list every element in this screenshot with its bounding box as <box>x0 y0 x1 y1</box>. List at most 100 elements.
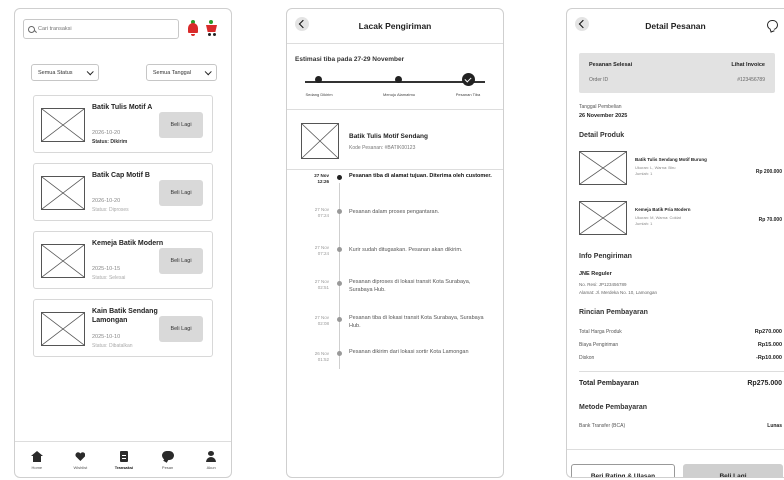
product-item-variant: Ukuran: M, Warna: Coklat <box>635 215 681 220</box>
product-item-qty: Jumlah: 1 <box>635 171 653 176</box>
purchase-date-value: 26 November 2025 <box>579 113 628 119</box>
order-card[interactable]: Kain Batik Sendang Lamongan 2025-10-10 S… <box>33 299 213 357</box>
payment-method-label: Bank Transfer (BCA) <box>579 423 626 429</box>
event-text: Kurir sudah ditugaskan. Pesanan akan dik… <box>349 247 463 253</box>
divider <box>567 449 784 450</box>
event-text: Pesanan tiba di lokasi transit Kota Sura… <box>349 315 484 329</box>
shipping-info-title: Info Pengiriman <box>579 253 632 260</box>
user-icon <box>205 451 217 462</box>
product-item-variant: Ukuran: L, Warna: Biru <box>635 165 676 170</box>
total-payment-label: Total Pembayaran <box>579 380 639 387</box>
notification-bell-icon[interactable] <box>187 20 199 36</box>
buy-again-button[interactable]: Beli Lagi <box>159 112 203 138</box>
timeline-dot <box>337 281 342 286</box>
product-image-placeholder <box>579 201 627 235</box>
header: Detail Pesanan <box>567 9 784 43</box>
buy-again-button[interactable]: Beli Lagi <box>159 316 203 342</box>
order-card[interactable]: Batik Tulis Motif A 2026-10-20 Status: D… <box>33 95 213 153</box>
payment-row-value: -Rp10.000 <box>756 355 782 361</box>
tracking-number: No. Resi: JP123456789 <box>579 282 627 287</box>
nav-label: Transaksi <box>114 465 134 470</box>
rate-review-button[interactable]: Beri Rating & Ulasan <box>571 464 675 477</box>
header: Lacak Pengiriman <box>287 9 503 43</box>
buy-again-button[interactable]: Beli Lagi <box>159 248 203 274</box>
cart-icon[interactable] <box>205 20 217 36</box>
order-product-name: Batik Cap Motif B <box>92 172 150 179</box>
status-filter-dropdown[interactable]: Semua Status <box>31 64 99 81</box>
top-icons <box>187 20 217 36</box>
filters: Semua Status Semua Tanggal <box>31 64 217 81</box>
bottom-nav: Home Wishlist Transaksi Pesan Akun <box>15 441 231 477</box>
payment-detail-title: Rincian Pembayaran <box>579 309 648 316</box>
event-text: Pesanan dikirim dari lokasi sortir Kota … <box>349 349 469 355</box>
courier-name: JNE Reguler <box>579 271 612 277</box>
product-image-placeholder <box>301 123 339 159</box>
buy-again-button[interactable]: Beli Lagi <box>683 464 783 477</box>
timeline-dot <box>337 351 342 356</box>
order-product-name: Batik Tulis Motif A <box>92 104 153 111</box>
payment-row-value: Rp15.000 <box>757 342 782 348</box>
product-item-qty: Jumlah: 1 <box>635 221 653 226</box>
back-button[interactable] <box>575 17 589 31</box>
chevron-down-icon <box>204 68 212 76</box>
order-product-name: Kain Batik Sendang Lamongan <box>92 308 158 324</box>
divider <box>287 169 503 170</box>
product-item-name: Batik Tulis Sendang Motif Burung <box>635 157 707 162</box>
top-bar: Cari transaksi <box>23 19 225 39</box>
order-status: Status: Diproses <box>92 207 129 213</box>
chevron-down-icon <box>86 68 94 76</box>
chat-icon <box>161 451 174 462</box>
view-invoice-link[interactable]: Lihat Invoice <box>731 62 765 68</box>
date-filter-dropdown[interactable]: Semua Tanggal <box>145 64 217 81</box>
event-text: Pesanan diproses di lokasi transit Kota … <box>349 279 471 293</box>
order-date: 2025-10-15 <box>92 266 121 272</box>
product-item-name: Kemeja Batik Pria Modern <box>635 207 691 212</box>
product-name: Batik Tulis Motif Sendang <box>349 133 428 140</box>
step-dot <box>395 76 402 83</box>
status-filter-value: Semua Status <box>38 69 73 76</box>
step-label: Pesanan Tiba <box>455 92 481 97</box>
search-input[interactable]: Cari transaksi <box>23 19 179 39</box>
nav-label: Pesan <box>161 465 174 470</box>
order-card[interactable]: Kemeja Batik Modern 2025-10-15 Status: S… <box>33 231 213 289</box>
payment-method-title: Metode Pembayaran <box>579 404 648 411</box>
payment-row-label: Biaya Pengiriman <box>579 342 619 348</box>
order-id-label: Order ID <box>589 77 609 83</box>
shipping-address: Alamat: Jl. Merdeka No. 10, Lamongan <box>579 290 658 295</box>
chat-icon[interactable] <box>767 20 778 30</box>
order-detail-screen: Detail Pesanan Pesanan Selesai Order ID … <box>566 8 784 478</box>
nav-account[interactable]: Akun <box>194 451 228 470</box>
order-date: 2026-10-20 <box>92 130 121 136</box>
timeline-dot <box>337 317 342 322</box>
payment-row-value: Rp270.000 <box>754 329 782 335</box>
step-label: Menuju Alamatmu <box>382 92 416 97</box>
divider <box>287 109 503 110</box>
step-label: Sedang Dikirim <box>305 92 333 97</box>
timeline-dot <box>337 247 342 252</box>
product-item-price: Rp 200.000 <box>755 169 782 175</box>
order-status: Status: Dibatalkan <box>92 343 133 349</box>
search-icon <box>28 25 35 33</box>
order-product-name: Kemeja Batik Modern <box>92 240 164 247</box>
event-datetime: 26 Nov 01:52 <box>314 351 329 362</box>
home-icon <box>30 451 43 462</box>
nav-label: Akun <box>206 465 216 470</box>
divider <box>579 371 784 372</box>
order-id-value: #123456789 <box>737 77 765 83</box>
nav-home[interactable]: Home <box>20 451 54 470</box>
event-datetime: 27 Nov 12:26 <box>314 173 329 184</box>
page-title: Lacak Pengiriman <box>358 21 432 31</box>
order-status-box: Pesanan Selesai Order ID Lihat Invoice #… <box>579 53 775 93</box>
product-image-placeholder <box>41 108 85 142</box>
nav-wishlist[interactable]: Wishlist <box>63 451 97 470</box>
order-card[interactable]: Batik Cap Motif B 2026-10-20 Status: Dip… <box>33 163 213 221</box>
order-date: 2025-10-10 <box>92 334 121 340</box>
event-datetime: 27 Nov 02:08 <box>314 315 329 326</box>
back-button[interactable] <box>295 17 309 31</box>
nav-messages[interactable]: Pesan <box>151 451 185 470</box>
product-image-placeholder <box>41 312 85 346</box>
nav-transactions[interactable]: Transaksi <box>107 451 141 470</box>
document-icon <box>118 451 130 462</box>
buy-again-button[interactable]: Beli Lagi <box>159 180 203 206</box>
page-title: Detail Pesanan <box>645 21 706 31</box>
